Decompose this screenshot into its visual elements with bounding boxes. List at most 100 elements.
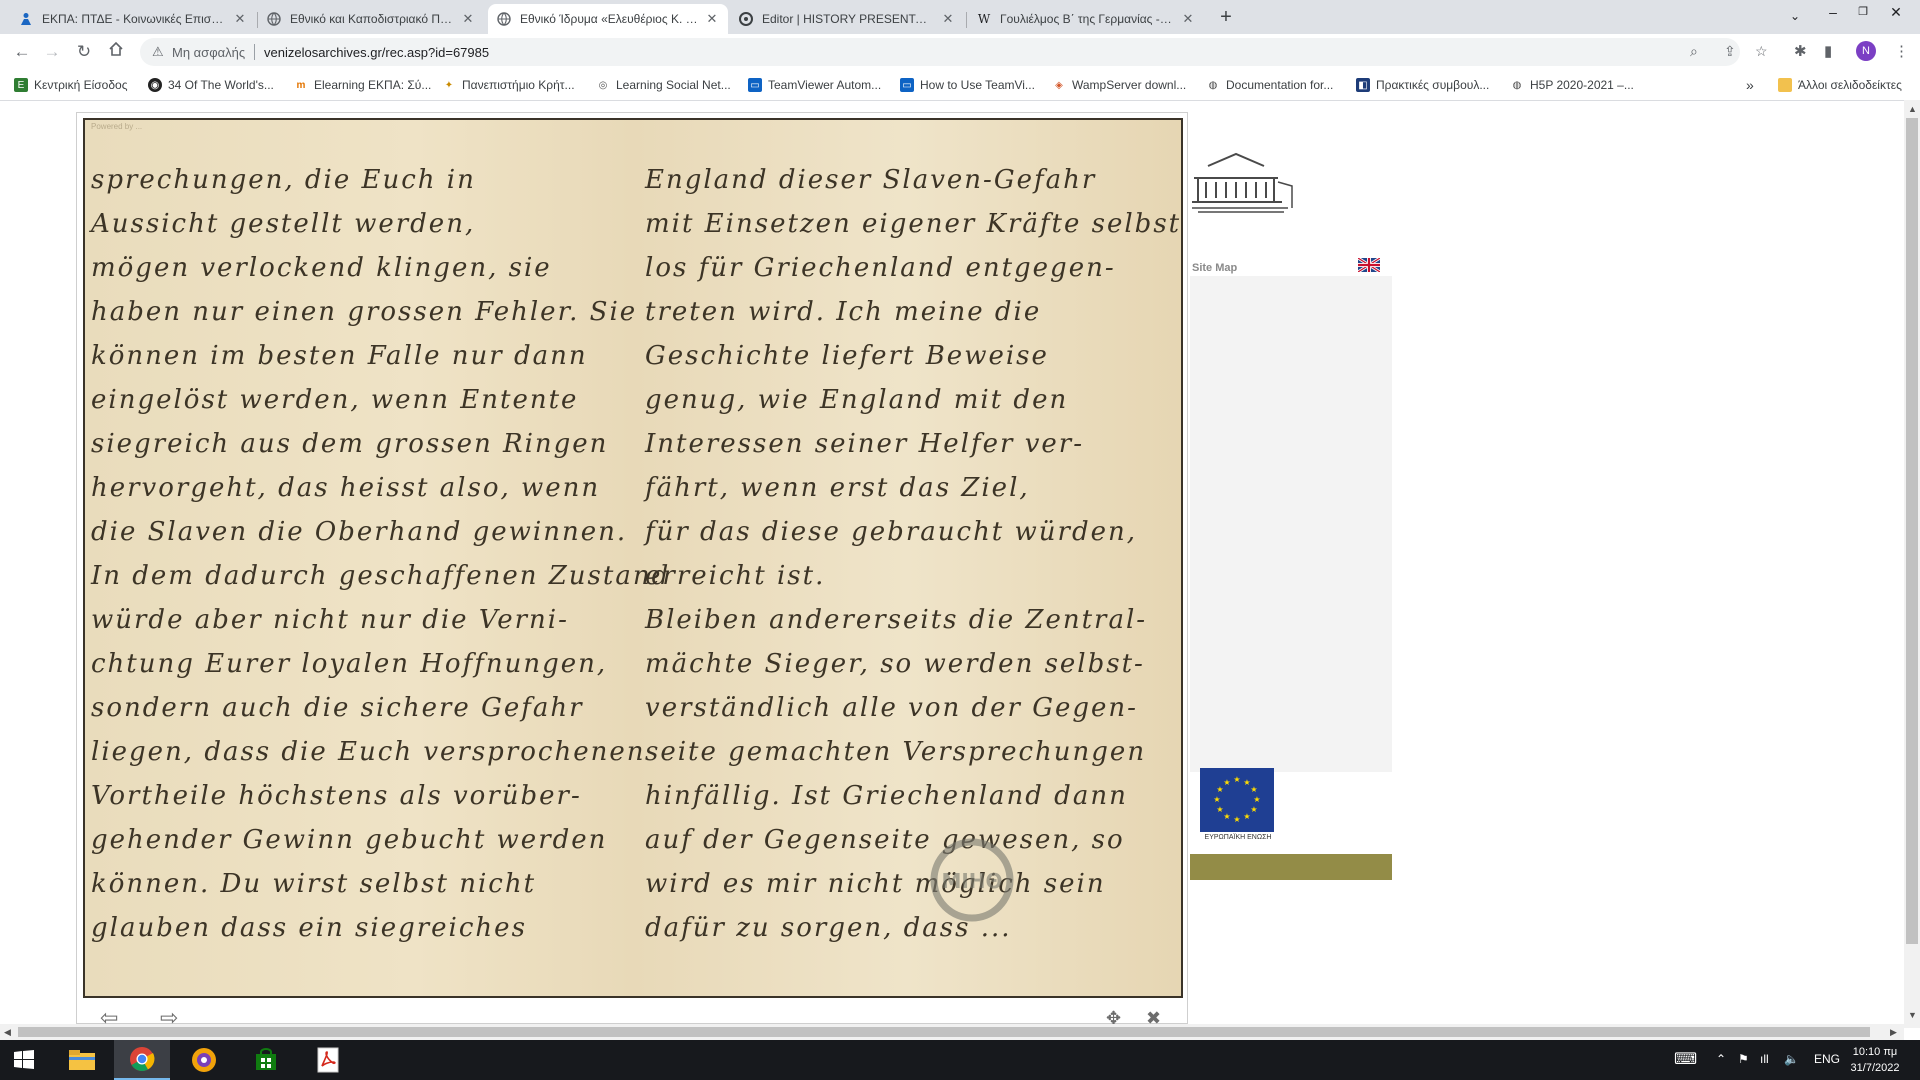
scroll-up-icon[interactable]: ▲	[1908, 104, 1917, 114]
manuscript-line: dafür zu sorgen, dass ...	[645, 913, 1012, 943]
svg-text:★: ★	[1250, 805, 1257, 814]
site-map-link[interactable]: Site Map	[1192, 262, 1237, 274]
bookmark-icon: Ε	[14, 78, 28, 92]
bookmark-item[interactable]: m Elearning ΕΚΠΑ: Σύ...	[294, 76, 432, 94]
restore-button[interactable]: ❐	[1848, 0, 1878, 28]
keyboard-icon[interactable]: ⌨	[1674, 1049, 1697, 1069]
manuscript-line: erreicht ist.	[645, 561, 826, 591]
url-text[interactable]: venizelosarchives.gr/rec.asp?id=67985	[264, 45, 489, 60]
bookmark-item[interactable]: ◈ WampServer downl...	[1052, 76, 1186, 94]
other-bookmarks[interactable]: Άλλοι σελιδοδείκτες	[1778, 76, 1902, 94]
manuscript-line: liegen, dass die Euch versprochenen	[91, 737, 646, 767]
tab-ekpa-university[interactable]: Εθνικό και Καποδιστριακό Πανεπιστήμιο ✕	[258, 4, 484, 34]
svg-text:★: ★	[1223, 812, 1230, 821]
language-indicator[interactable]: ENG	[1814, 1052, 1840, 1066]
uk-flag-icon[interactable]	[1358, 258, 1380, 272]
horizontal-scroll-thumb[interactable]	[18, 1027, 1870, 1037]
tab-venizelos-archives[interactable]: Εθνικό Ίδρυμα «Ελευθέριος Κ. Βενιζέλος» …	[488, 4, 728, 34]
bookmark-icon: ◉	[148, 78, 162, 92]
file-explorer-button[interactable]	[54, 1040, 110, 1080]
tab-title: Γουλιέλμος Β΄ της Γερμανίας - Βικιπαίδει…	[1000, 12, 1174, 26]
scroll-left-icon[interactable]: ◀	[4, 1027, 11, 1038]
manuscript-line: Vortheile höchstens als vorüber-	[91, 781, 582, 811]
building-logo-icon	[1192, 152, 1293, 213]
scroll-right-icon[interactable]: ▶	[1890, 1027, 1897, 1038]
bookmark-item[interactable]: ◍ Documentation for...	[1206, 76, 1334, 94]
side-panel-icon[interactable]: ▮	[1824, 42, 1832, 60]
bookmark-item[interactable]: ◉ 34 Of The World's...	[148, 76, 274, 94]
star-icon[interactable]: ☆	[1755, 43, 1768, 60]
manuscript-line: England dieser Slaven-Gefahr	[645, 165, 1097, 195]
volume-icon[interactable]: 🔈	[1784, 1052, 1799, 1066]
bookmark-item[interactable]: Ε Κεντρική Είσοδος	[14, 76, 127, 94]
back-button[interactable]: ←	[10, 40, 34, 64]
tab-ekpa-ptde[interactable]: ΕΚΠΑ: ΠΤΔΕ - Κοινωνικές Επιστήμες ✕	[10, 4, 256, 34]
start-button[interactable]	[0, 1040, 48, 1080]
seal-text: ΜΙΗΘ	[941, 869, 1002, 893]
reload-button[interactable]: ↻	[72, 40, 96, 64]
action-flag-icon[interactable]: ⚑	[1738, 1052, 1749, 1066]
manuscript-line: los für Griechenland entgegen-	[645, 253, 1116, 283]
svg-text:★: ★	[1233, 775, 1240, 784]
bookmark-item[interactable]: ✦ Πανεπιστήμιο Κρήτ...	[442, 76, 575, 94]
eu-flag-icon: ★ ★ ★ ★ ★ ★ ★ ★ ★ ★ ★ ★	[1200, 768, 1274, 832]
bookmark-item[interactable]: ▭ TeamViewer Autom...	[748, 76, 881, 94]
browser-app-button[interactable]	[176, 1040, 232, 1080]
manuscript-line: seite gemachten Versprechungen	[645, 737, 1147, 767]
powered-by-text: Powered by ...	[91, 122, 143, 131]
footer-bar	[1190, 854, 1392, 880]
manuscript-line: können. Du wirst selbst nicht	[91, 869, 537, 899]
address-bar[interactable]: ⚠ Μη ασφαλής venizelosarchives.gr/rec.as…	[140, 38, 1768, 66]
tab-history-presentation[interactable]: Editor | HISTORY PRESENTATION ✕	[730, 4, 964, 34]
bookmarks-overflow-button[interactable]: »	[1746, 76, 1754, 94]
eu-caption: ΕΥΡΩΠΑΪΚΗ ΕΝΩΣΗ	[1204, 834, 1272, 841]
tab-wikipedia[interactable]: W Γουλιέλμος Β΄ της Γερμανίας - Βικιπαίδ…	[968, 4, 1204, 34]
tab-title: Εθνικό και Καποδιστριακό Πανεπιστήμιο	[290, 12, 454, 26]
close-icon[interactable]: ✕	[232, 11, 248, 27]
close-icon[interactable]: ✕	[704, 11, 720, 27]
minimize-button[interactable]: –	[1818, 0, 1848, 28]
scroll-down-icon[interactable]: ▼	[1908, 1010, 1917, 1020]
vertical-scroll-thumb[interactable]	[1906, 118, 1918, 944]
home-button[interactable]	[104, 40, 128, 64]
chrome-button[interactable]	[114, 1040, 170, 1080]
menu-icon[interactable]: ⋮	[1894, 42, 1909, 60]
close-icon[interactable]: ✕	[1180, 11, 1196, 27]
bookmark-item[interactable]: ◧ Πρακτικές συμβουλ...	[1356, 76, 1489, 94]
manuscript-line: würde aber nicht nur die Verni-	[91, 605, 569, 635]
watermark-seal-icon: ΜΙΗΘ	[930, 838, 1014, 922]
warning-icon[interactable]: ⚠	[152, 44, 164, 60]
close-icon[interactable]: ✕	[460, 11, 476, 27]
left-column: sprechungen, die Euch in Aussicht gestel…	[91, 158, 670, 950]
manuscript-line: eingelöst werden, wenn Entente	[91, 385, 579, 415]
manuscript-line: auf der Gegenseite gewesen, so	[645, 825, 1125, 855]
extensions-icon[interactable]: ✱	[1794, 42, 1807, 60]
tab-title: ΕΚΠΑ: ΠΤΔΕ - Κοινωνικές Επιστήμες	[42, 12, 226, 26]
new-tab-button[interactable]: +	[1214, 6, 1238, 30]
bookmark-item[interactable]: ◍ H5P 2020-2021 –...	[1510, 76, 1634, 94]
show-hidden-icons-icon[interactable]: ⌃	[1716, 1052, 1726, 1066]
manuscript-line: wird es mir nicht möglich sein	[645, 869, 1106, 899]
zoom-icon[interactable]: ⌕	[1690, 43, 1698, 60]
chrome-icon	[130, 1047, 155, 1072]
acrobat-button[interactable]	[300, 1040, 356, 1080]
store-button[interactable]	[238, 1040, 294, 1080]
profile-avatar[interactable]: N	[1856, 41, 1876, 61]
manuscript-line: hinfällig. Ist Griechenland dann	[645, 781, 1128, 811]
share-icon[interactable]: ⇪	[1724, 43, 1736, 60]
svg-text:★: ★	[1253, 795, 1260, 804]
clock[interactable]: 10:10 πμ 31/7/2022	[1840, 1044, 1910, 1076]
network-icon[interactable]: ıll	[1760, 1052, 1769, 1066]
close-window-button[interactable]: ✕	[1878, 0, 1914, 28]
manuscript-line: Interessen seiner Helfer ver-	[645, 429, 1084, 459]
svg-text:★: ★	[1233, 815, 1240, 824]
forward-button[interactable]: →	[40, 40, 64, 64]
security-label[interactable]: Μη ασφαλής	[172, 45, 245, 60]
bookmark-item[interactable]: ▭ How to Use TeamVi...	[900, 76, 1035, 94]
bookmark-item[interactable]: ◎ Learning Social Net...	[596, 76, 731, 94]
manuscript-line: siegreich aus dem grossen Ringen	[91, 429, 609, 459]
tab-search-icon[interactable]: ⌄	[1772, 4, 1818, 32]
close-icon[interactable]: ✕	[940, 11, 956, 27]
manuscript-line: treten wird. Ich meine die	[645, 297, 1042, 327]
manuscript-line: sondern auch die sichere Gefahr	[91, 693, 584, 723]
